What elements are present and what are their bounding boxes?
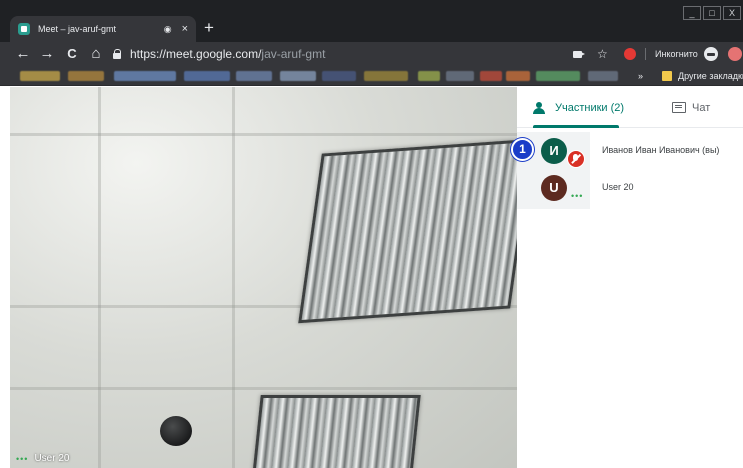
security-camera-dome (160, 416, 192, 446)
participant-name: Иванов Иван Иванович (вы) (602, 145, 720, 155)
folder-icon (662, 71, 672, 81)
browser-tab[interactable]: Meet – jav-aruf-gmt ◉ × (10, 16, 196, 42)
tab-chat[interactable]: Чат (672, 87, 710, 128)
ceiling-lamp (298, 138, 517, 324)
close-tab-icon[interactable]: × (182, 23, 188, 35)
bookmark-item[interactable] (184, 71, 230, 81)
ceiling-lamp (251, 395, 421, 468)
video-participant-label: ••• User 20 (16, 453, 69, 464)
participant-row[interactable]: И Иванов Иван Иванович (вы) (517, 132, 743, 172)
incognito-icon[interactable] (704, 47, 718, 61)
tab-title: Meet – jav-aruf-gmt (38, 24, 117, 34)
url-path: jav-aruf-gmt (261, 47, 326, 61)
bookmark-item[interactable] (68, 71, 104, 81)
recording-indicator-icon: ◉ (163, 23, 172, 34)
bookmark-item[interactable] (114, 71, 176, 81)
bookmark-item[interactable] (364, 71, 408, 81)
ceiling-grid-line (10, 133, 517, 136)
bookmark-item[interactable] (280, 71, 316, 81)
bookmarks-bar: » Другие закладки (0, 66, 743, 86)
bookmark-item[interactable] (446, 71, 474, 81)
ceiling-grid-line (232, 87, 235, 468)
minimize-button[interactable]: _ (683, 6, 701, 20)
new-tab-button[interactable]: + (200, 18, 218, 38)
bookmark-item[interactable] (536, 71, 580, 81)
bookmark-item[interactable] (588, 71, 618, 81)
back-button[interactable]: ← (14, 45, 32, 63)
speaking-indicator-icon: ••• (571, 191, 584, 201)
extension-icon[interactable] (624, 48, 636, 60)
tab-participants[interactable]: Участники (2) (533, 87, 624, 128)
participant-name: User 20 (602, 182, 634, 192)
main-video-tile[interactable]: ••• User 20 (10, 87, 517, 468)
home-button[interactable]: ⌂ (87, 45, 105, 63)
bookmark-item[interactable] (506, 71, 530, 81)
participant-tile: U ••• (517, 169, 590, 209)
tab-chat-label: Чат (692, 101, 711, 114)
meet-favicon-icon (18, 23, 30, 35)
speaking-indicator-icon: ••• (16, 453, 29, 464)
avatar: U (541, 175, 567, 201)
video-participant-name: User 20 (34, 453, 70, 464)
mic-muted-icon (567, 150, 585, 168)
lock-icon (112, 49, 122, 59)
camera-in-use-icon[interactable] (573, 51, 585, 58)
window-controls: _ □ X (683, 6, 741, 20)
bookmarks-overflow-button[interactable]: » (638, 69, 643, 83)
bookmark-star-icon[interactable]: ☆ (597, 46, 608, 62)
ceiling-grid-line (10, 387, 517, 390)
bookmark-item[interactable] (20, 71, 60, 81)
other-bookmarks[interactable]: Другие закладки (678, 69, 743, 83)
maximize-button[interactable]: □ (703, 6, 721, 20)
reload-button[interactable]: C (63, 45, 81, 63)
browser-titlebar: Meet – jav-aruf-gmt ◉ × + _ □ X (0, 0, 743, 42)
profile-avatar-icon[interactable] (728, 47, 742, 61)
toolbar-divider (645, 48, 646, 60)
participant-row[interactable]: U ••• User 20 (517, 169, 743, 209)
forward-button[interactable]: → (38, 45, 56, 63)
bookmark-item[interactable] (236, 71, 272, 81)
close-window-button[interactable]: X (723, 6, 741, 20)
tab-participants-label: Участники (2) (555, 101, 625, 114)
people-icon (533, 101, 549, 114)
avatar: И (541, 138, 567, 164)
participants-panel: Участники (2) Чат И Иванов Иван Иванович… (517, 87, 743, 468)
active-tab-indicator (533, 125, 619, 128)
incognito-label: Инкогнито (655, 49, 698, 59)
bookmark-item[interactable] (322, 71, 356, 81)
step-number-badge: 1 (511, 138, 534, 161)
panel-tabs: Участники (2) Чат (517, 87, 743, 128)
browser-toolbar: ← → C ⌂ https://meet.google.com/ jav-aru… (0, 42, 743, 66)
bookmark-item[interactable] (480, 71, 502, 81)
ceiling-grid-line (98, 87, 101, 468)
url-host: https://meet.google.com/ (130, 47, 262, 61)
bookmark-item[interactable] (418, 71, 440, 81)
chat-icon (672, 102, 686, 113)
address-bar[interactable]: https://meet.google.com/ jav-aruf-gmt (112, 45, 562, 63)
